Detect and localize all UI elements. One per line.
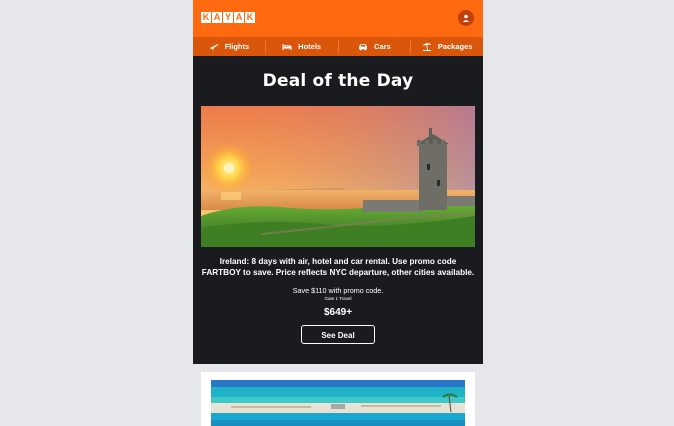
email-body: K A Y A K Flights Hotels Cars Packages D…	[193, 0, 483, 426]
header-bar: K A Y A K	[193, 0, 483, 37]
logo-letter: K	[245, 12, 255, 23]
nav-label: Hotels	[298, 42, 322, 51]
nav-cars[interactable]: Cars	[339, 40, 412, 53]
user-icon	[462, 14, 470, 22]
bed-icon	[282, 44, 292, 50]
plane-icon	[209, 44, 219, 51]
deal-description: Ireland: 8 days with air, hotel and car …	[201, 257, 475, 277]
nav-label: Flights	[224, 42, 250, 51]
account-button[interactable]	[458, 10, 474, 26]
nav-label: Packages	[437, 42, 473, 51]
deal-title: Deal of the Day	[262, 71, 414, 91]
nav-label: Cars	[374, 42, 391, 51]
beach-umbrella-icon	[422, 43, 432, 51]
beach-resort-image	[211, 380, 465, 426]
logo-letter: Y	[223, 12, 233, 23]
provider-name: Gate 1 Travel	[324, 296, 352, 301]
logo-letter: A	[234, 12, 244, 23]
deal-image[interactable]	[201, 106, 475, 247]
next-deal-section	[193, 364, 483, 426]
car-icon	[359, 44, 368, 51]
nav-packages[interactable]: Packages	[411, 40, 483, 53]
see-deal-button[interactable]: See Deal	[301, 325, 375, 344]
next-deal-card[interactable]	[201, 372, 475, 426]
deal-price: $649+	[323, 307, 353, 318]
next-deal-image[interactable]	[211, 380, 465, 426]
kayak-logo[interactable]: K A Y A K	[201, 12, 255, 23]
promo-savings: Save $110 with promo code.	[292, 286, 384, 295]
nav-flights[interactable]: Flights	[193, 40, 266, 53]
logo-letter: A	[212, 12, 222, 23]
category-nav: Flights Hotels Cars Packages	[193, 37, 483, 56]
nav-hotels[interactable]: Hotels	[266, 40, 339, 53]
ireland-castle-sunset-image	[201, 106, 475, 247]
logo-letter: K	[201, 12, 211, 23]
